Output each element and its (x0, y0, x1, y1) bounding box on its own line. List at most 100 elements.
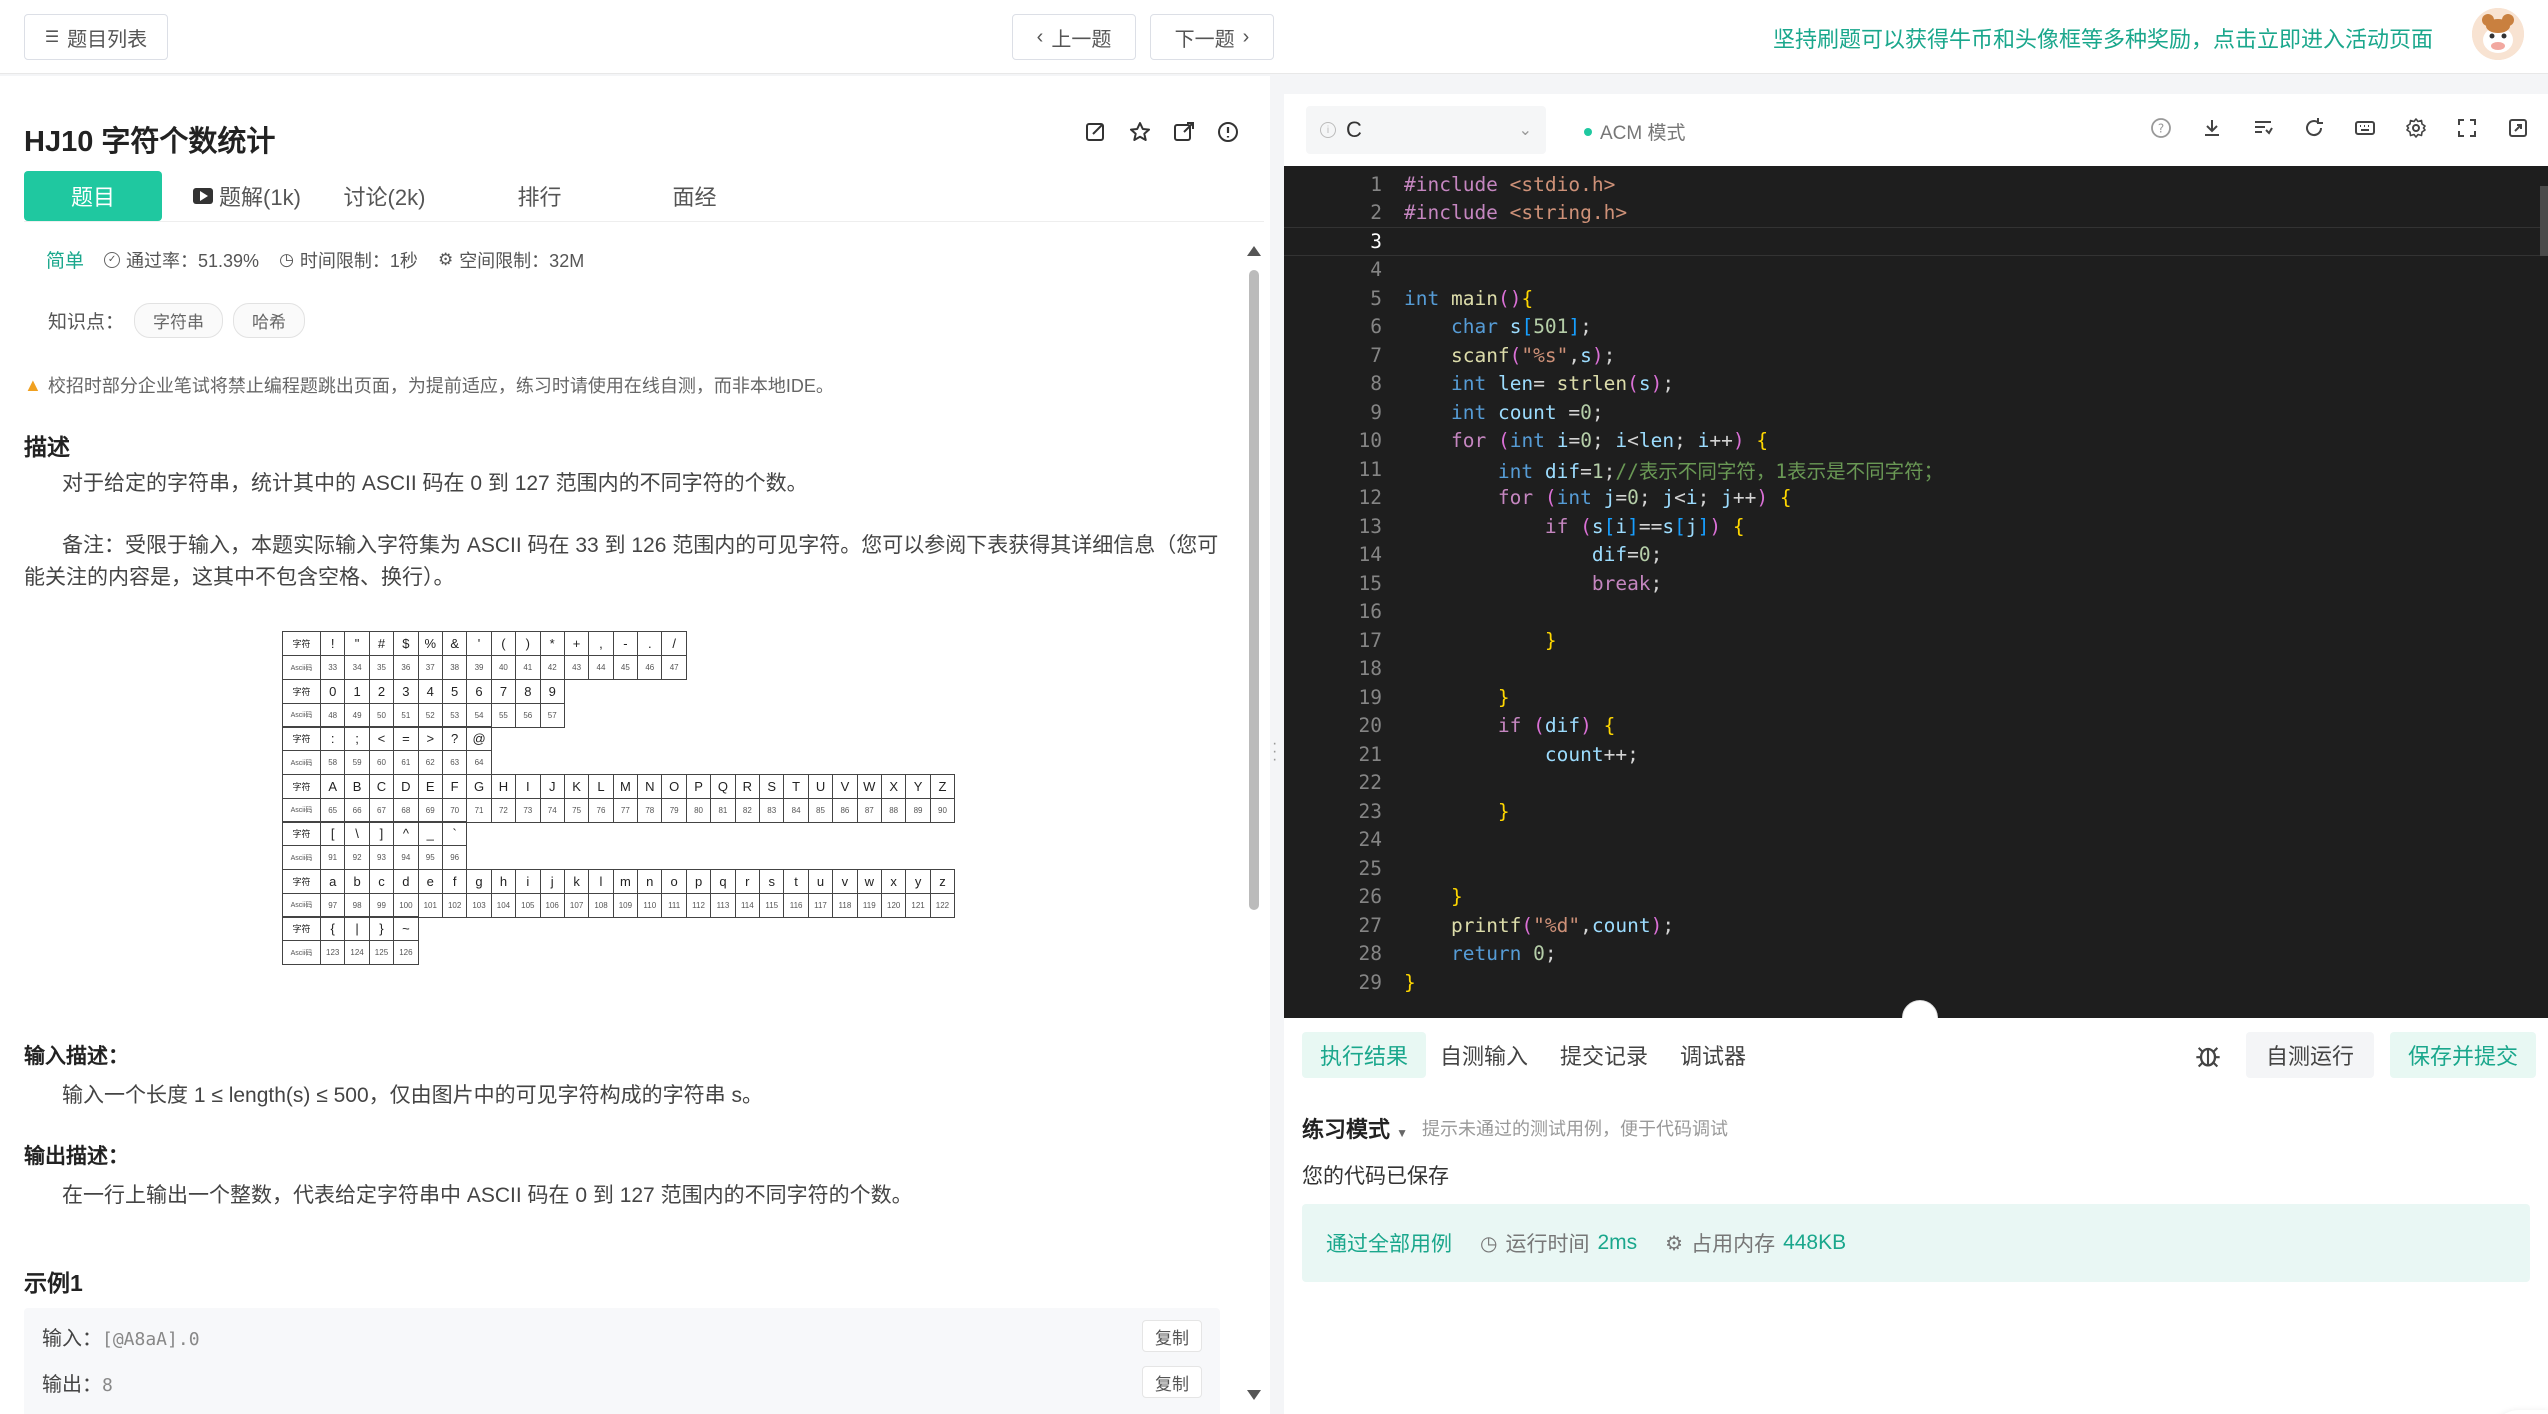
video-icon (193, 187, 214, 204)
panel-resize-handle[interactable]: · · · (1272, 736, 1277, 768)
ascii-block: 字符:; < = >? @ Ascii码 58 59 60 61 62 63 64 (282, 726, 492, 775)
code-line[interactable]: 26 } (1284, 883, 2548, 912)
code-line[interactable]: 3 (1284, 227, 2548, 256)
ascii-code-label: Ascii码 (282, 845, 321, 870)
tag-string[interactable]: 字符串 (134, 303, 224, 338)
description-text-2: 备注：受限于输入，本题实际输入字符集为 ASCII 码在 33 到 126 范围… (24, 534, 1219, 589)
code-line[interactable]: 22 (1284, 769, 2548, 798)
ai-assistant-button[interactable] (2490, 1410, 2548, 1414)
ascii-char: : (319, 726, 346, 751)
tab-ranking[interactable]: 排行 (462, 171, 617, 221)
code-line[interactable]: 27 printf("%d",count); (1284, 911, 2548, 940)
tab-problem[interactable]: 题目 (24, 170, 162, 221)
language-select[interactable]: i C ⌄ (1306, 106, 1546, 154)
code-line[interactable]: 15 break; (1284, 569, 2548, 598)
avatar[interactable] (2472, 8, 2524, 60)
code-line[interactable]: 21 count++; (1284, 740, 2548, 769)
ascii-char: ! (319, 631, 346, 656)
code-line[interactable]: 23 } (1284, 797, 2548, 826)
chip-icon: ⚙ (1665, 1232, 1684, 1255)
code-line[interactable]: 24 (1284, 826, 2548, 855)
scroll-thumb[interactable] (1249, 270, 1259, 910)
tab-debugger[interactable]: 调试器 (1662, 1032, 1764, 1078)
editor-panel: i C ⌄ ACM 模式 ? 1 #include <stdio.h> 2 #incl… (1284, 94, 2548, 1414)
settings-icon[interactable] (2404, 116, 2428, 140)
code-line[interactable]: 12 for (int j=0; j<i; j++) { (1284, 484, 2548, 513)
code-line[interactable]: 14 dif=0; (1284, 541, 2548, 570)
tag-hash[interactable]: 哈希 (233, 303, 306, 338)
run-button[interactable]: 自测运行 (2246, 1032, 2375, 1078)
line-code: int dif=1;//表示不同字符，1表示是不同字符； (1497, 459, 1944, 483)
submit-button[interactable]: 保存并提交 (2390, 1032, 2537, 1078)
ascii-code: 119 (856, 892, 882, 918)
code-line[interactable]: 8 int len= strlen(s); (1284, 370, 2548, 399)
ascii-code: 47 (661, 655, 687, 680)
code-line[interactable]: 5 int main(){ (1284, 284, 2548, 313)
edit-note-icon[interactable] (1084, 120, 1108, 144)
code-line[interactable]: 10 for (int i=0; i<len; i++) { (1284, 427, 2548, 456)
tab-solutions[interactable]: 题解(1k) (187, 171, 307, 221)
ascii-char: ' (466, 631, 492, 656)
code-editor[interactable]: 1 #include <stdio.h> 2 #include <string.h> 3… (1284, 166, 2548, 1018)
ascii-char: J (539, 773, 565, 799)
tab-submission-history[interactable]: 提交记录 (1542, 1032, 1666, 1078)
space-limit: ⚙ 空间限制：32M (437, 249, 585, 271)
code-line[interactable]: 4 (1284, 256, 2548, 285)
code-line[interactable]: 1 #include <stdio.h> (1284, 170, 2548, 199)
code-line[interactable]: 7 scanf("%s",s); (1284, 341, 2548, 370)
ascii-char: { (319, 916, 346, 941)
code-line[interactable]: 17 } (1284, 626, 2548, 655)
ascii-char: 6 (466, 678, 492, 704)
practice-mode-dropdown[interactable]: 练习模式 ▼ (1302, 1112, 1408, 1144)
copy-output-button[interactable]: 复制 (1142, 1366, 1202, 1398)
copy-input-button[interactable]: 复制 (1142, 1320, 1202, 1352)
ascii-code: 59 (344, 750, 370, 775)
ascii-code: 91 (319, 845, 346, 870)
description-text-1: 对于给定的字符串，统计其中的 ASCII 码在 0 到 127 范围内的不同字符… (62, 472, 808, 495)
code-line[interactable]: 25 (1284, 854, 2548, 883)
scroll-down-icon[interactable] (1247, 1390, 1261, 1400)
tab-custom-input[interactable]: 自测输入 (1422, 1032, 1546, 1078)
download-icon[interactable] (2200, 116, 2224, 140)
ascii-char: U (807, 773, 834, 799)
line-number: 21 (1358, 742, 1382, 766)
code-line[interactable]: 13 if (s[i]==s[j]) { (1284, 512, 2548, 541)
ascii-code: 55 (490, 702, 517, 728)
code-line[interactable]: 2 #include <string.h> (1284, 199, 2548, 228)
promo-link[interactable]: 坚持刷题可以获得牛币和头像框等多种奖励，点击立即进入活动页面 (1773, 22, 2433, 54)
code-line[interactable]: 18 (1284, 655, 2548, 684)
tab-execution-result[interactable]: 执行结果 (1302, 1032, 1427, 1078)
editor-scrollbar[interactable] (2540, 186, 2548, 256)
star-icon[interactable] (1128, 120, 1152, 144)
fullscreen-icon[interactable] (2455, 116, 2479, 140)
next-problem-button[interactable]: 下一题 › (1150, 14, 1274, 60)
keyboard-icon[interactable] (2353, 116, 2377, 140)
code-line[interactable]: 6 char s[501]; (1284, 313, 2548, 342)
code-line[interactable]: 20 if (dif) { (1284, 712, 2548, 741)
format-icon[interactable] (2251, 116, 2275, 140)
code-line[interactable]: 29} (1284, 968, 2548, 997)
bug-icon[interactable] (2194, 1042, 2222, 1070)
scroll-up-icon[interactable] (1247, 246, 1261, 256)
ascii-code: 79 (661, 797, 687, 823)
share-icon[interactable] (1172, 120, 1196, 144)
code-line[interactable]: 28 return 0; (1284, 940, 2548, 969)
tab-interview[interactable]: 面经 (617, 171, 772, 221)
split-view-icon[interactable] (2506, 116, 2530, 140)
help-icon[interactable]: ? (2149, 116, 2173, 140)
code-line[interactable]: 19 } (1284, 683, 2548, 712)
ascii-code-label: Ascii码 (282, 750, 321, 775)
code-line[interactable]: 16 (1284, 598, 2548, 627)
ascii-char: % (417, 631, 443, 656)
tab-discussion[interactable]: 讨论(2k) (307, 171, 462, 221)
prev-problem-button[interactable]: ‹ 上一题 (1012, 14, 1136, 60)
line-number: 12 (1358, 486, 1382, 510)
info-icon[interactable] (1216, 120, 1240, 144)
ascii-code: 104 (490, 892, 517, 918)
ascii-code: 67 (368, 797, 395, 823)
code-line[interactable]: 11 int dif=1;//表示不同字符，1表示是不同字符； (1284, 455, 2548, 484)
problem-scrollbar[interactable] (1247, 170, 1261, 1410)
problem-list-button[interactable]: ☰ 题目列表 (24, 14, 168, 60)
reset-icon[interactable] (2302, 116, 2326, 140)
code-line[interactable]: 9 int count =0; (1284, 398, 2548, 427)
